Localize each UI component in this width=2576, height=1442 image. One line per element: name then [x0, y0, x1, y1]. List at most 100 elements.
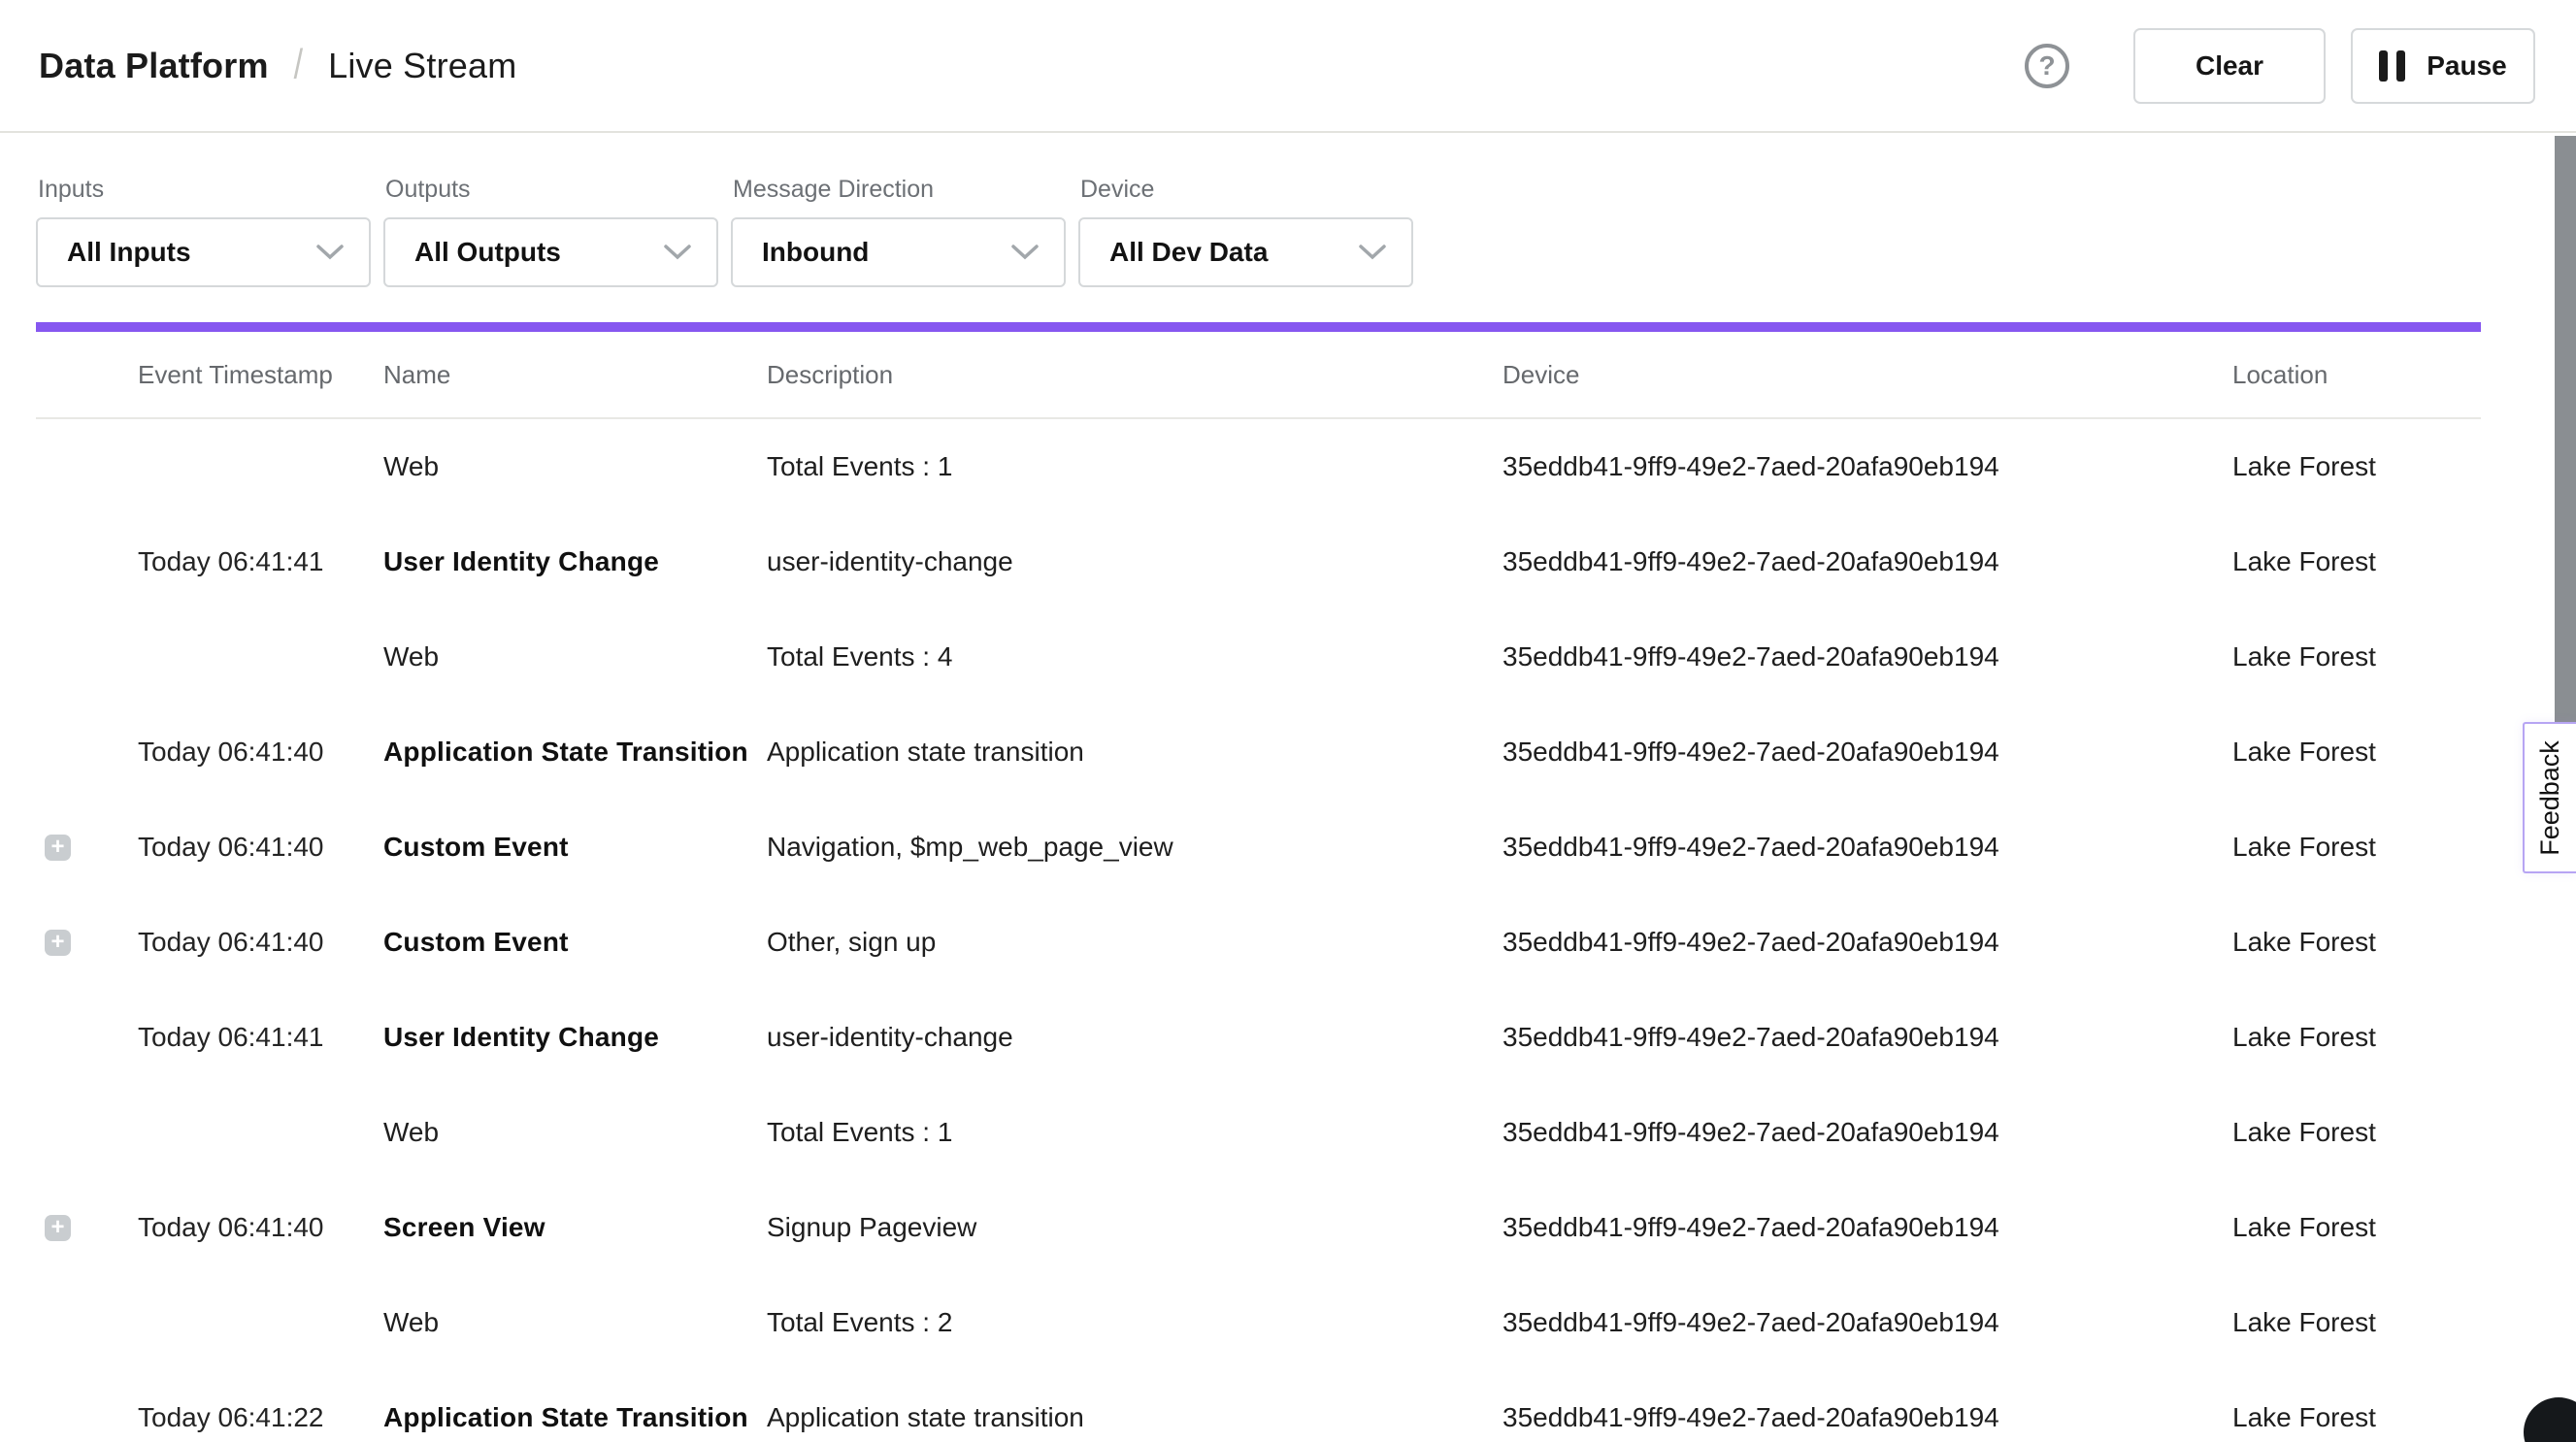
event-name: Web [383, 451, 767, 482]
table-row[interactable]: + Today 06:41:40 Custom Event Other, sig… [36, 895, 2481, 990]
event-description: Navigation, $mp_web_page_view [767, 832, 1503, 863]
event-device: 35eddb41-9ff9-49e2-7aed-20afa90eb194 [1503, 1212, 2232, 1243]
event-timestamp: Today 06:41:40 [138, 832, 383, 863]
event-description: Total Events : 4 [767, 641, 1503, 672]
pause-button[interactable]: Pause [2351, 28, 2535, 104]
event-location: Lake Forest [2232, 1117, 2481, 1148]
filter-outputs-label: Outputs [385, 176, 718, 204]
event-device: 35eddb41-9ff9-49e2-7aed-20afa90eb194 [1503, 546, 2232, 577]
page-header: Data Platform / Live Stream ? Clear Paus… [0, 0, 2576, 133]
pause-icon [2379, 50, 2405, 82]
event-name: Screen View [383, 1212, 767, 1243]
message-direction-select[interactable]: Inbound [731, 217, 1066, 287]
event-description: Total Events : 1 [767, 1117, 1503, 1148]
event-description: user-identity-change [767, 546, 1503, 577]
header-actions: ? Clear Pause [2025, 28, 2535, 104]
chevron-down-icon [316, 245, 344, 260]
table-row[interactable]: + Web Total Events : 4 35eddb41-9ff9-49e… [36, 609, 2481, 705]
outputs-select-value: All Outputs [414, 237, 561, 268]
event-device: 35eddb41-9ff9-49e2-7aed-20afa90eb194 [1503, 1117, 2232, 1148]
event-device: 35eddb41-9ff9-49e2-7aed-20afa90eb194 [1503, 451, 2232, 482]
table-row[interactable]: + Today 06:41:41 User Identity Change us… [36, 990, 2481, 1085]
device-select-value: All Dev Data [1109, 237, 1268, 268]
event-timestamp: Today 06:41:40 [138, 737, 383, 768]
event-device: 35eddb41-9ff9-49e2-7aed-20afa90eb194 [1503, 832, 2232, 863]
event-location: Lake Forest [2232, 1307, 2481, 1338]
accent-bar [36, 322, 2481, 332]
event-name: User Identity Change [383, 1022, 767, 1053]
outputs-select[interactable]: All Outputs [383, 217, 718, 287]
event-device: 35eddb41-9ff9-49e2-7aed-20afa90eb194 [1503, 1402, 2232, 1433]
table-row[interactable]: + Web Total Events : 2 35eddb41-9ff9-49e… [36, 1275, 2481, 1370]
event-description: Signup Pageview [767, 1212, 1503, 1243]
scrollbar-thumb[interactable] [2555, 136, 2576, 722]
chevron-down-icon [1011, 245, 1039, 260]
table-row[interactable]: + Today 06:41:41 User Identity Change us… [36, 514, 2481, 609]
message-direction-select-value: Inbound [762, 237, 869, 268]
event-location: Lake Forest [2232, 451, 2481, 482]
inputs-select[interactable]: All Inputs [36, 217, 371, 287]
filter-outputs: Outputs All Outputs [383, 176, 718, 287]
pause-button-label: Pause [2427, 50, 2507, 82]
event-location: Lake Forest [2232, 1402, 2481, 1433]
event-timestamp: Today 06:41:40 [138, 927, 383, 958]
table-row[interactable]: + Today 06:41:40 Custom Event Navigation… [36, 800, 2481, 895]
events-table: Event Timestamp Name Description Device … [36, 332, 2481, 1442]
expand-icon[interactable]: + [45, 1215, 71, 1241]
filter-device: Device All Dev Data [1078, 176, 1413, 287]
filter-message-direction: Message Direction Inbound [731, 176, 1066, 287]
column-header-device: Device [1503, 360, 2232, 390]
event-timestamp: Today 06:41:40 [138, 1212, 383, 1243]
breadcrumb-page-title: Live Stream [328, 46, 516, 86]
event-description: Total Events : 2 [767, 1307, 1503, 1338]
event-description: user-identity-change [767, 1022, 1503, 1053]
event-timestamp: Today 06:41:22 [138, 1402, 383, 1433]
event-device: 35eddb41-9ff9-49e2-7aed-20afa90eb194 [1503, 927, 2232, 958]
filter-inputs: Inputs All Inputs [36, 176, 371, 287]
filter-device-label: Device [1080, 176, 1413, 204]
table-row[interactable]: + Web Total Events : 1 35eddb41-9ff9-49e… [36, 419, 2481, 514]
table-row[interactable]: + Today 06:41:40 Application State Trans… [36, 705, 2481, 800]
event-location: Lake Forest [2232, 1022, 2481, 1053]
help-icon[interactable]: ? [2025, 44, 2069, 88]
column-header-name: Name [383, 360, 767, 390]
event-name: Application State Transition [383, 1402, 767, 1433]
event-location: Lake Forest [2232, 832, 2481, 863]
filters-bar: Inputs All Inputs Outputs All Outputs Me… [0, 133, 2576, 287]
expand-icon[interactable]: + [45, 835, 71, 861]
event-timestamp: Today 06:41:41 [138, 546, 383, 577]
filter-inputs-label: Inputs [38, 176, 371, 204]
event-device: 35eddb41-9ff9-49e2-7aed-20afa90eb194 [1503, 1022, 2232, 1053]
table-row[interactable]: + Web Total Events : 1 35eddb41-9ff9-49e… [36, 1085, 2481, 1180]
column-header-event-timestamp: Event Timestamp [138, 360, 383, 390]
event-name: User Identity Change [383, 546, 767, 577]
event-device: 35eddb41-9ff9-49e2-7aed-20afa90eb194 [1503, 1307, 2232, 1338]
event-location: Lake Forest [2232, 641, 2481, 672]
feedback-tab-label: Feedback [2535, 740, 2565, 856]
event-description: Total Events : 1 [767, 451, 1503, 482]
column-header-description: Description [767, 360, 1503, 390]
column-header-location: Location [2232, 360, 2481, 390]
breadcrumb-section[interactable]: Data Platform [39, 46, 269, 86]
event-location: Lake Forest [2232, 1212, 2481, 1243]
event-name: Web [383, 1117, 767, 1148]
event-location: Lake Forest [2232, 737, 2481, 768]
chevron-down-icon [664, 245, 691, 260]
chat-widget-button[interactable] [2524, 1397, 2576, 1442]
feedback-tab[interactable]: Feedback [2523, 722, 2576, 873]
device-select[interactable]: All Dev Data [1078, 217, 1413, 287]
event-name: Custom Event [383, 927, 767, 958]
event-description: Other, sign up [767, 927, 1503, 958]
event-timestamp: Today 06:41:41 [138, 1022, 383, 1053]
table-row[interactable]: + Today 06:41:40 Screen View Signup Page… [36, 1180, 2481, 1275]
inputs-select-value: All Inputs [67, 237, 191, 268]
table-row[interactable]: + Today 06:41:22 Application State Trans… [36, 1370, 2481, 1442]
table-body: + Web Total Events : 1 35eddb41-9ff9-49e… [36, 419, 2481, 1442]
clear-button[interactable]: Clear [2133, 28, 2326, 104]
event-device: 35eddb41-9ff9-49e2-7aed-20afa90eb194 [1503, 737, 2232, 768]
event-name: Application State Transition [383, 737, 767, 768]
chevron-down-icon [1359, 245, 1386, 260]
event-location: Lake Forest [2232, 927, 2481, 958]
breadcrumb-separator-icon: / [294, 42, 303, 89]
expand-icon[interactable]: + [45, 930, 71, 956]
